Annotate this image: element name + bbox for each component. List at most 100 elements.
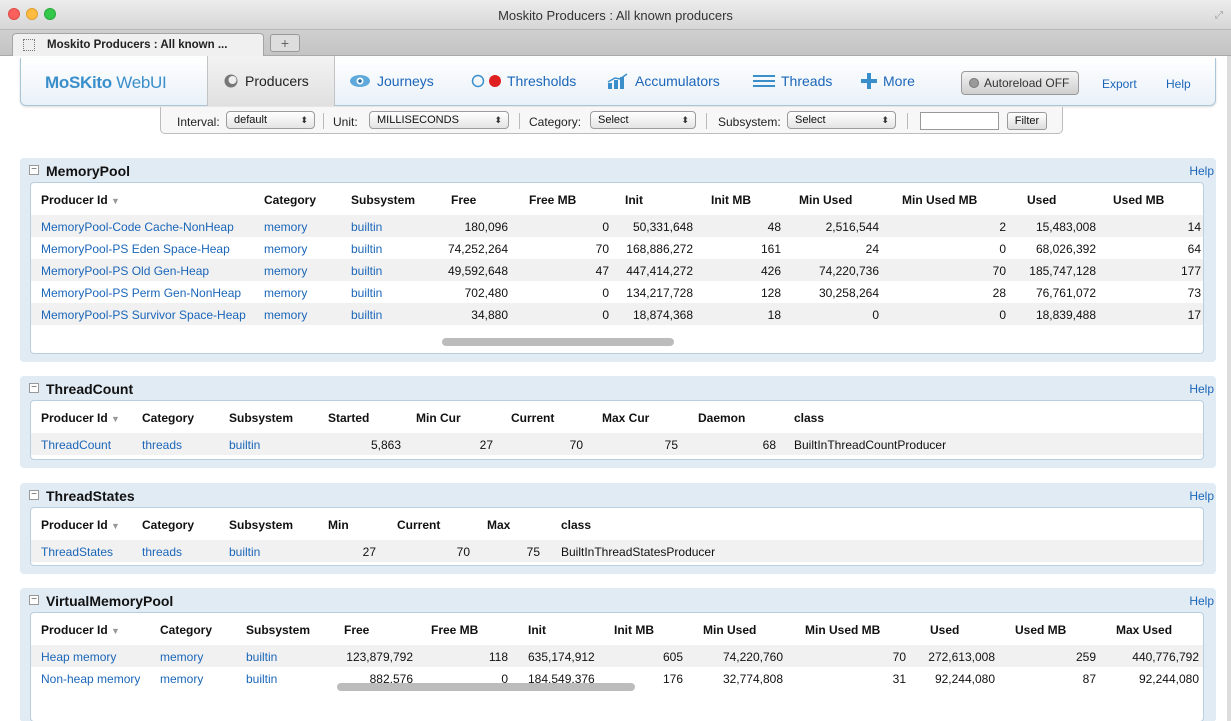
column-header[interactable]: Subsystem bbox=[229, 411, 293, 425]
column-header[interactable]: Init bbox=[625, 193, 643, 207]
producer-id-link[interactable]: MemoryPool-PS Eden Space-Heap bbox=[41, 242, 230, 256]
autoreload-button[interactable]: Autoreload OFF bbox=[961, 71, 1079, 95]
column-header[interactable]: Init MB bbox=[614, 623, 654, 637]
table-row[interactable]: MemoryPool-PS Old Gen-Heap memory builtin 4… bbox=[31, 259, 1203, 281]
column-header[interactable]: class bbox=[561, 518, 591, 532]
subsystem-link[interactable]: builtin bbox=[351, 264, 382, 278]
column-header[interactable]: Category bbox=[142, 411, 194, 425]
column-header[interactable]: Subsystem bbox=[229, 518, 293, 532]
category-link[interactable]: memory bbox=[264, 286, 307, 300]
column-header[interactable]: Daemon bbox=[698, 411, 745, 425]
subsystem-link[interactable]: builtin bbox=[351, 308, 382, 322]
table-row[interactable]: Heap memory memory builtin 123,879,792 118 63… bbox=[31, 645, 1203, 667]
column-header[interactable]: Min Used bbox=[703, 623, 756, 637]
table-row[interactable]: ThreadStates threads builtin 27 70 75 BuiltInT… bbox=[31, 540, 1203, 562]
column-header[interactable]: Free bbox=[344, 623, 369, 637]
column-header[interactable]: Free MB bbox=[529, 193, 576, 207]
column-header[interactable]: Used MB bbox=[1015, 623, 1066, 637]
collapse-icon[interactable]: − bbox=[29, 490, 39, 500]
column-header[interactable]: Max Cur bbox=[602, 411, 649, 425]
subsystem-link[interactable]: builtin bbox=[246, 672, 277, 686]
horizontal-scrollbar[interactable] bbox=[337, 683, 635, 691]
column-header-producer-id[interactable]: Producer Id ▼ bbox=[41, 411, 120, 425]
subsystem-link[interactable]: builtin bbox=[351, 220, 382, 234]
column-header[interactable]: Started bbox=[328, 411, 369, 425]
nav-journeys[interactable]: Journeys bbox=[349, 73, 434, 89]
column-header[interactable]: class bbox=[794, 411, 824, 425]
filter-input[interactable] bbox=[920, 112, 999, 130]
nav-thresholds[interactable]: Thresholds bbox=[471, 73, 576, 89]
nav-more[interactable]: More bbox=[861, 73, 915, 89]
collapse-icon[interactable]: − bbox=[29, 383, 39, 393]
producer-id-link[interactable]: MemoryPool-PS Perm Gen-NonHeap bbox=[41, 286, 241, 300]
table-row[interactable]: MemoryPool-PS Eden Space-Heap memory built… bbox=[31, 237, 1203, 259]
table-row[interactable]: MemoryPool-PS Perm Gen-NonHeap memory buil… bbox=[31, 281, 1203, 303]
column-header[interactable]: Min Used MB bbox=[902, 193, 977, 207]
column-header[interactable]: Used MB bbox=[1113, 193, 1164, 207]
column-header[interactable]: Used bbox=[930, 623, 959, 637]
column-header[interactable]: Current bbox=[511, 411, 554, 425]
column-header[interactable]: Free bbox=[451, 193, 476, 207]
vertical-scrollbar[interactable] bbox=[1227, 56, 1231, 721]
producer-id-link[interactable]: MemoryPool-PS Survivor Space-Heap bbox=[41, 308, 246, 322]
column-header[interactable]: Min Cur bbox=[416, 411, 461, 425]
column-header[interactable]: Category bbox=[142, 518, 194, 532]
panel-help-link[interactable]: Help bbox=[1189, 164, 1214, 178]
column-header[interactable]: Free MB bbox=[431, 623, 478, 637]
subsystem-link[interactable]: builtin bbox=[229, 438, 260, 452]
column-header[interactable]: Min bbox=[328, 518, 349, 532]
horizontal-scrollbar[interactable] bbox=[442, 338, 674, 346]
column-header[interactable]: Subsystem bbox=[246, 623, 310, 637]
browser-tab[interactable]: Moskito Producers : All known ... bbox=[12, 33, 264, 57]
table-row[interactable]: MemoryPool-PS Survivor Space-Heap memory b… bbox=[31, 303, 1203, 325]
category-link[interactable]: threads bbox=[142, 545, 182, 559]
column-header[interactable]: Init MB bbox=[711, 193, 751, 207]
help-link[interactable]: Help bbox=[1166, 77, 1191, 91]
nav-accumulators[interactable]: Accumulators bbox=[607, 73, 720, 89]
moskito-logo[interactable]: MoSKito WebUI bbox=[45, 73, 167, 93]
panel-help-link[interactable]: Help bbox=[1189, 594, 1214, 608]
column-header[interactable]: Init bbox=[528, 623, 546, 637]
column-header[interactable]: Min Used MB bbox=[805, 623, 880, 637]
category-link[interactable]: memory bbox=[264, 308, 307, 322]
export-link[interactable]: Export bbox=[1102, 77, 1137, 91]
category-link[interactable]: memory bbox=[264, 264, 307, 278]
column-header[interactable]: Category bbox=[264, 193, 316, 207]
category-select[interactable]: Select ⬍ bbox=[590, 111, 696, 129]
panel-help-link[interactable]: Help bbox=[1189, 382, 1214, 396]
column-header[interactable]: Used bbox=[1027, 193, 1056, 207]
column-header[interactable]: Max bbox=[487, 518, 510, 532]
table-row[interactable]: MemoryPool-Code Cache-NonHeap memory built… bbox=[31, 215, 1203, 237]
column-header[interactable]: Category bbox=[160, 623, 212, 637]
collapse-icon[interactable]: − bbox=[29, 595, 39, 605]
column-header[interactable]: Subsystem bbox=[351, 193, 415, 207]
nav-producers[interactable]: Producers bbox=[223, 73, 309, 89]
table-row[interactable]: ThreadCount threads builtin 5,863 27 70 75 68 Bu… bbox=[31, 433, 1203, 455]
producer-id-link[interactable]: MemoryPool-Code Cache-NonHeap bbox=[41, 220, 234, 234]
new-tab-button[interactable]: + bbox=[270, 34, 300, 52]
interval-select[interactable]: default ⬍ bbox=[226, 111, 315, 129]
category-link[interactable]: memory bbox=[160, 650, 203, 664]
subsystem-select[interactable]: Select ⬍ bbox=[787, 111, 896, 129]
subsystem-link[interactable]: builtin bbox=[351, 286, 382, 300]
subsystem-link[interactable]: builtin bbox=[351, 242, 382, 256]
filter-button[interactable]: Filter bbox=[1007, 112, 1047, 130]
column-header-producer-id[interactable]: Producer Id ▼ bbox=[41, 518, 120, 532]
nav-threads[interactable]: Threads bbox=[753, 73, 832, 89]
fullscreen-icon[interactable]: ⤢ bbox=[1215, 10, 1223, 21]
category-link[interactable]: memory bbox=[160, 672, 203, 686]
collapse-icon[interactable]: − bbox=[29, 165, 39, 175]
column-header[interactable]: Max Used bbox=[1116, 623, 1172, 637]
category-link[interactable]: memory bbox=[264, 220, 307, 234]
producer-id-link[interactable]: MemoryPool-PS Old Gen-Heap bbox=[41, 264, 209, 278]
column-header[interactable]: Current bbox=[397, 518, 440, 532]
producer-id-link[interactable]: Heap memory bbox=[41, 650, 116, 664]
category-link[interactable]: memory bbox=[264, 242, 307, 256]
subsystem-link[interactable]: builtin bbox=[246, 650, 277, 664]
unit-select[interactable]: MILLISECONDS ⬍ bbox=[369, 111, 509, 129]
producer-id-link[interactable]: Non-heap memory bbox=[41, 672, 140, 686]
category-link[interactable]: threads bbox=[142, 438, 182, 452]
column-header[interactable]: Min Used bbox=[799, 193, 852, 207]
producer-id-link[interactable]: ThreadCount bbox=[41, 438, 111, 452]
column-header-producer-id[interactable]: Producer Id ▼ bbox=[41, 193, 120, 207]
